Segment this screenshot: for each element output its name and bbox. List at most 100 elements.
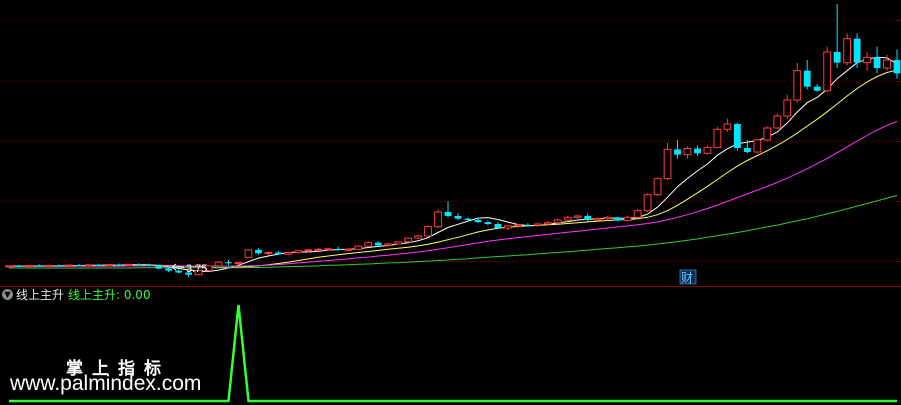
candle	[454, 213, 462, 220]
candle-body	[334, 248, 342, 250]
candle	[663, 142, 672, 180]
candle-body	[723, 123, 732, 130]
candle-body	[863, 56, 871, 64]
candle	[255, 248, 262, 255]
candle-body	[584, 216, 592, 220]
candle-body	[55, 265, 63, 267]
candle	[484, 220, 492, 226]
candle-body	[274, 252, 282, 255]
candle	[434, 209, 442, 228]
candle-body	[853, 38, 861, 63]
candle-body	[743, 148, 751, 152]
candle	[414, 234, 422, 240]
candle-body	[384, 243, 393, 246]
candle	[833, 4, 841, 68]
candle-body	[793, 70, 802, 101]
candle	[853, 33, 861, 68]
candle-body	[255, 249, 262, 254]
candle	[843, 33, 852, 66]
candle-body	[145, 264, 153, 266]
candle-body	[663, 148, 672, 180]
candle	[674, 140, 681, 159]
candle-body	[5, 265, 13, 268]
candle-body	[484, 222, 492, 224]
candle	[155, 264, 163, 270]
candle	[225, 260, 232, 266]
candle-body	[64, 264, 73, 267]
finance-marker[interactable]: 财	[679, 269, 697, 285]
candle-body	[75, 265, 83, 267]
candle	[145, 263, 153, 266]
candle-body	[314, 248, 323, 251]
candle-body	[45, 264, 53, 267]
candle	[95, 263, 103, 266]
candle-body	[683, 148, 692, 156]
candle	[394, 241, 403, 245]
candle-body	[244, 249, 253, 258]
candle	[563, 216, 572, 222]
candle	[354, 245, 363, 250]
candle-body	[264, 252, 273, 255]
candle-body	[653, 178, 662, 196]
candle	[214, 261, 223, 267]
candle	[643, 193, 652, 212]
low-price-label: 3.75	[186, 263, 207, 275]
candle-body	[694, 148, 701, 154]
candle	[364, 241, 373, 247]
candle-body	[404, 237, 412, 243]
candle-body	[354, 245, 363, 250]
candle-body	[115, 264, 123, 266]
candle-body	[95, 264, 103, 266]
candle-body	[633, 210, 642, 218]
candle-body	[674, 149, 681, 155]
indicator-header: ▼ 线上主升 线上主升: 0.00	[0, 287, 901, 303]
candle-body	[603, 216, 612, 220]
candle-body	[713, 128, 722, 148]
candle-body	[444, 212, 452, 216]
candle	[244, 249, 253, 258]
candle	[175, 269, 183, 274]
candle	[773, 113, 782, 130]
candle-body	[883, 59, 891, 69]
candle	[294, 249, 303, 254]
candle	[803, 60, 811, 90]
indicator-name[interactable]: 线上主升	[16, 287, 64, 303]
candle	[404, 237, 412, 243]
candle-body	[753, 139, 762, 153]
candle-body	[513, 224, 522, 227]
candle-body	[833, 52, 841, 63]
candle-body	[773, 115, 782, 129]
candle	[863, 52, 871, 71]
candle-body	[155, 265, 163, 269]
candle	[573, 214, 582, 219]
candle-body	[783, 99, 792, 117]
moving-average-line-1	[9, 56, 898, 273]
candle	[694, 145, 701, 156]
candle	[783, 94, 792, 119]
indicator-value: 线上主升: 0.00	[68, 288, 151, 302]
candle-body	[214, 261, 223, 267]
candle-body	[135, 264, 143, 266]
candle-body	[124, 263, 133, 266]
candle-body	[434, 211, 442, 228]
candle-body	[474, 220, 482, 223]
candle-body	[165, 268, 173, 271]
candle-body	[614, 217, 622, 221]
candle-body	[25, 265, 33, 268]
candle	[653, 177, 662, 196]
moving-average-line-4	[9, 195, 898, 269]
candle-body	[873, 57, 881, 68]
chevron-down-icon[interactable]: ▼	[2, 289, 13, 300]
candle-body	[304, 249, 313, 252]
finance-marker-label: 财	[681, 271, 693, 285]
candle-body	[563, 216, 572, 221]
candle	[893, 49, 901, 79]
candle-body	[225, 262, 232, 264]
candle	[873, 46, 881, 74]
candle-body	[15, 265, 23, 267]
candle-body	[84, 264, 93, 267]
candle	[424, 225, 432, 237]
candle-body	[823, 51, 832, 92]
candle	[25, 265, 33, 268]
candle	[623, 216, 632, 222]
